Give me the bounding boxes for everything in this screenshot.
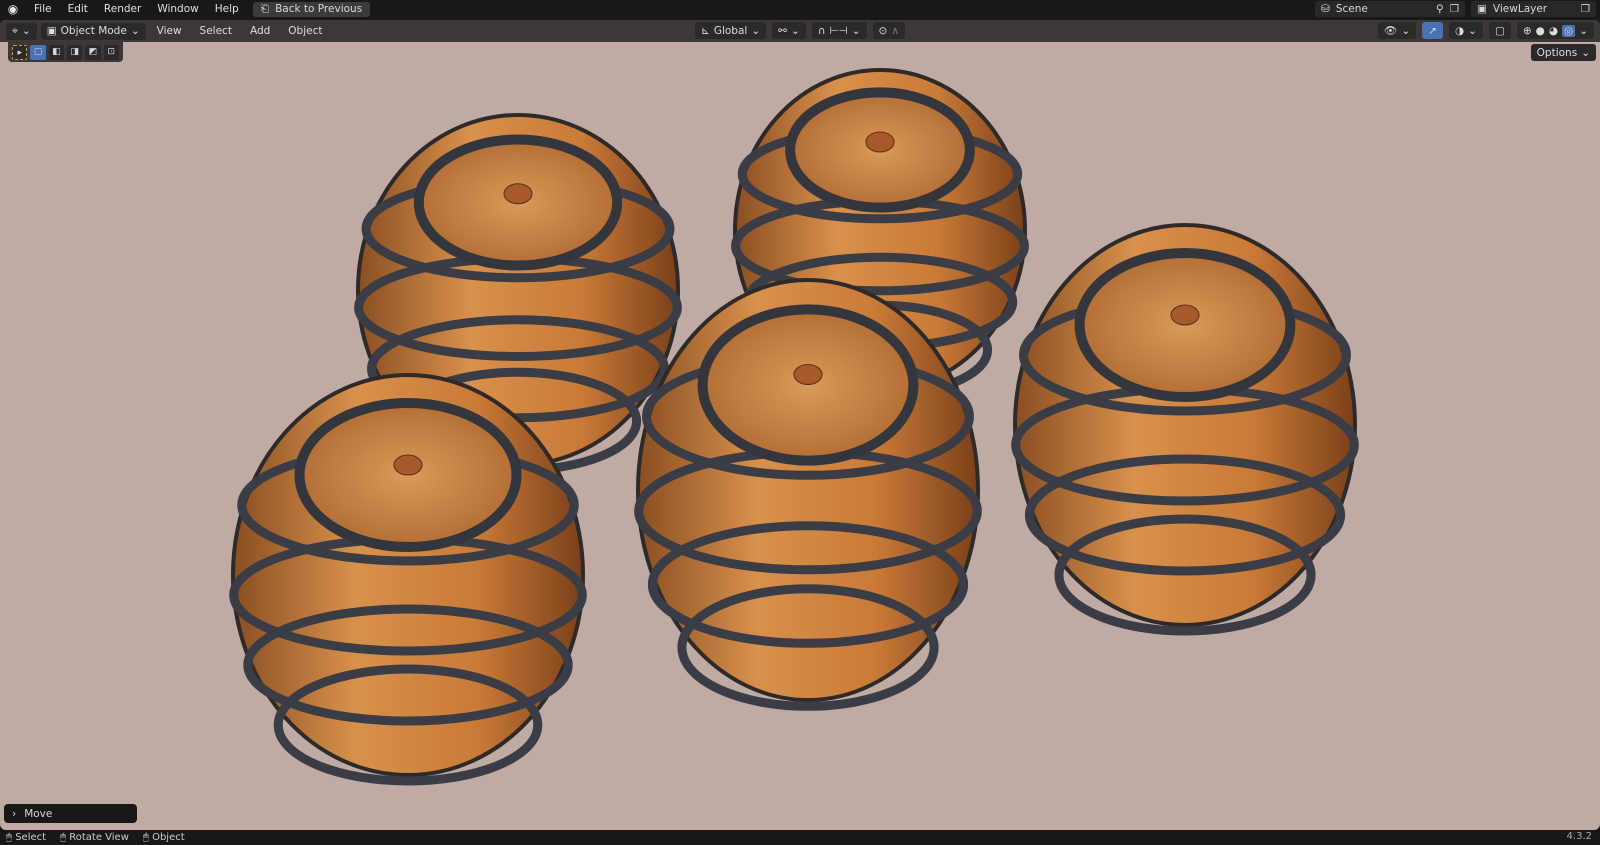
menu-window[interactable]: Window — [149, 3, 206, 15]
back-to-previous-button[interactable]: ⎗ Back to Previous — [252, 1, 371, 17]
menu-help[interactable]: Help — [207, 3, 247, 15]
barrels-render — [229, 68, 1359, 786]
mode-selector[interactable]: ▣ Object Mode ⌄ — [40, 22, 146, 40]
status-bar: 🖱 Select 🖱 Rotate View 🖱 Object — [0, 830, 1600, 845]
rendered-icon[interactable]: ◎ — [1562, 24, 1576, 37]
menu-edit[interactable]: Edit — [60, 3, 96, 15]
proportional-icon: ⊙ — [878, 24, 888, 37]
top-bar: ◉ File Edit Render Window Help ⎗ Back to … — [0, 0, 1600, 18]
editor-type-icon: ⌖ — [12, 24, 18, 37]
overlay-icon: ◑ — [1454, 24, 1465, 37]
3d-viewport[interactable]: ⌖ ⌄ ▣ Object Mode ⌄ View Select Add Object … — [0, 20, 1600, 830]
select-subtract-icon[interactable]: ◨ — [67, 44, 83, 60]
wireframe-icon[interactable]: ⊕ — [1523, 25, 1532, 37]
blender-logo-icon[interactable]: ◉ — [0, 2, 26, 16]
move-operator-panel[interactable]: › Move — [4, 804, 137, 823]
gizmo-toggle[interactable]: ↗ — [1422, 22, 1443, 39]
shading-buttons[interactable]: ⊕ ● ◕ ◎ ⌄ — [1516, 22, 1594, 39]
status-object-label: Object — [152, 832, 185, 843]
mode-label: Object Mode — [60, 25, 127, 37]
viewlayer-icon: ▣ — [1477, 3, 1487, 15]
viewport-header: ⌖ ⌄ ▣ Object Mode ⌄ View Select Add Object … — [0, 20, 1600, 42]
overlay-toggle[interactable]: ◑ ⌄ — [1448, 22, 1483, 39]
link-icon: ⚯ — [778, 24, 787, 37]
menu-object[interactable]: Object — [281, 25, 329, 37]
select-intersect-icon[interactable]: ⊡ — [103, 44, 119, 60]
chevron-right-icon: › — [12, 807, 17, 820]
menu-file[interactable]: File — [26, 3, 60, 15]
options-label: Options — [1536, 46, 1578, 59]
barrel-plug — [503, 183, 533, 205]
snap-button[interactable]: ∩ ⊢⊣ ⌄ — [811, 22, 867, 39]
select-invert-icon[interactable]: ◩ — [85, 44, 101, 60]
scene-icon: ⛁ — [1321, 3, 1330, 15]
eye-icon: 👁 — [1383, 25, 1398, 37]
menu-render[interactable]: Render — [96, 3, 149, 15]
menu-view[interactable]: View — [150, 25, 189, 37]
select-tool-icon[interactable]: ▸ — [12, 44, 28, 60]
status-select: 🖱 Select — [6, 832, 47, 843]
barrel-plug — [1170, 304, 1200, 326]
xray-toggle[interactable]: ▢ — [1488, 22, 1511, 39]
status-select-label: Select — [15, 832, 47, 843]
material-icon[interactable]: ◕ — [1549, 25, 1558, 37]
editor-type-button[interactable]: ⌖ ⌄ — [6, 22, 37, 40]
barrel-plug — [793, 364, 823, 385]
gizmo-icon: ↗ — [1428, 24, 1437, 37]
scene-name: Scene — [1335, 3, 1368, 15]
select-new-icon[interactable]: ▢ — [30, 44, 46, 60]
back-label: Back to Previous — [275, 3, 363, 15]
copy-icon[interactable]: ❐ — [1450, 3, 1459, 15]
orientation-label: Global — [713, 24, 748, 37]
copy-icon[interactable]: ❐ — [1581, 3, 1590, 15]
barrel-plug — [393, 454, 423, 476]
menu-add[interactable]: Add — [243, 25, 277, 37]
version-label: 4.3.2 — [1566, 831, 1592, 842]
visibility-button[interactable]: 👁 ⌄ — [1377, 22, 1417, 39]
status-rotate: 🖱 Rotate View — [60, 832, 129, 843]
menu-select[interactable]: Select — [193, 25, 239, 37]
falloff-icon: ∧ — [891, 24, 900, 37]
viewlayer-selector[interactable]: ▣ ViewLayer ❐ — [1471, 1, 1596, 17]
back-icon: ⎗ — [260, 2, 270, 15]
barrel-plug — [865, 131, 895, 153]
status-object: 🖱 Object — [142, 832, 185, 843]
transform-orientation-selector[interactable]: ⊾ Global ⌄ — [695, 22, 767, 39]
move-label: Move — [24, 807, 53, 820]
pin-icon[interactable]: ⚲ — [1436, 3, 1444, 15]
select-extend-icon[interactable]: ◧ — [48, 44, 65, 60]
pivot-button[interactable]: ⚯ ⌄ — [772, 22, 806, 39]
orientation-icon: ⊾ — [701, 24, 710, 37]
solid-icon[interactable]: ● — [1536, 25, 1545, 37]
viewlayer-name: ViewLayer — [1492, 3, 1548, 15]
xray-icon: ▢ — [1494, 24, 1505, 37]
magnet-icon: ∩ — [817, 24, 826, 37]
scene-selector[interactable]: ⛁ Scene ⚲ ❐ — [1315, 1, 1465, 17]
select-tools: ▸ ▢ ◧ ◨ ◩ ⊡ — [8, 42, 123, 62]
snap-increment-icon: ⊢⊣ — [829, 24, 848, 37]
object-mode-icon: ▣ — [46, 25, 57, 37]
proportional-edit-button[interactable]: ⊙ ∧ — [872, 22, 906, 39]
status-rotate-label: Rotate View — [69, 832, 129, 843]
options-button[interactable]: Options ⌄ — [1530, 44, 1596, 61]
